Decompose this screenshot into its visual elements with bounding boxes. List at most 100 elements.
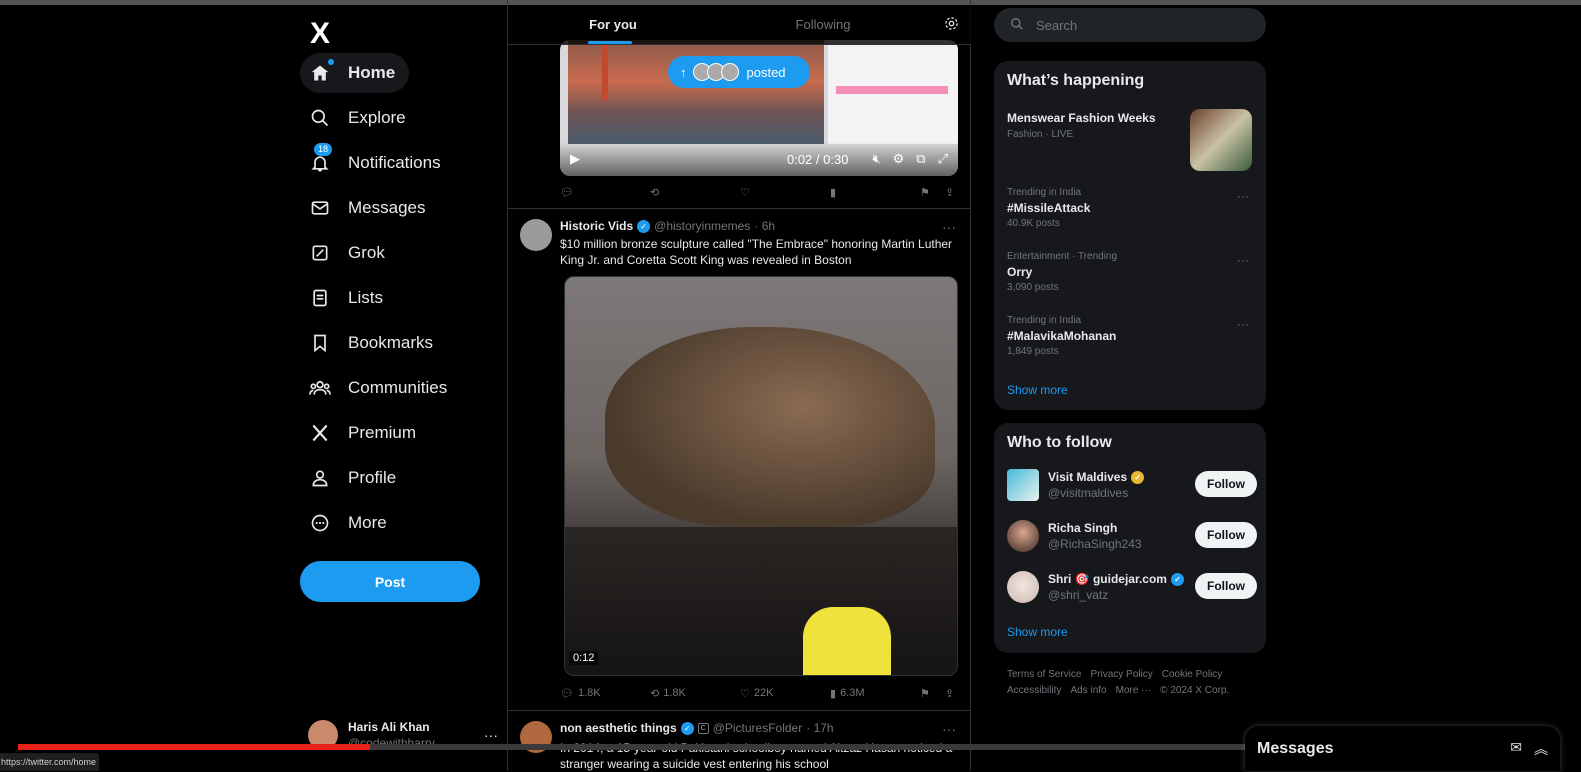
nav-home[interactable]: Home: [300, 53, 410, 93]
reply-icon[interactable]: 💬︎: [560, 186, 574, 199]
trend-image[interactable]: [1190, 109, 1252, 171]
tab-for-you[interactable]: For you: [508, 5, 718, 44]
section-title: What’s happening: [1007, 72, 1145, 89]
timeline-tabs: For you Following: [508, 5, 971, 45]
footer-link[interactable]: Terms of Service: [1007, 669, 1081, 680]
footer-link[interactable]: Accessibility: [1007, 685, 1061, 696]
nav-explore[interactable]: Explore: [300, 98, 420, 138]
affiliate-badge-icon: C: [697, 722, 709, 734]
avatar: [1007, 571, 1039, 603]
more-dots-icon[interactable]: ···: [1237, 189, 1249, 203]
footer-link[interactable]: Cookie Policy: [1162, 669, 1223, 680]
play-icon[interactable]: ▶: [570, 151, 580, 167]
footer-link[interactable]: Privacy Policy: [1090, 669, 1152, 680]
post-age: · 17h: [806, 721, 834, 735]
more-circle-icon: [308, 511, 332, 535]
verified-badge-icon: ✓: [680, 721, 694, 735]
timeline: For you Following ↑ posted ▶ 0:02 / 0:30…: [507, 0, 971, 771]
author-handle[interactable]: @historyinmemes: [654, 219, 750, 233]
follow-suggestion[interactable]: Shri 🎯 guidejar.com ✓ @shri_vatz Follow: [1007, 569, 1257, 605]
more-dots-icon[interactable]: ···: [484, 727, 498, 743]
copyright: © 2024 X Corp.: [1160, 685, 1230, 696]
follow-button[interactable]: Follow: [1195, 573, 1257, 599]
tab-following[interactable]: Following: [718, 5, 928, 44]
follow-button[interactable]: Follow: [1195, 471, 1257, 497]
share-icon[interactable]: ⇪: [945, 186, 954, 199]
trend-item[interactable]: Trending in India #MissileAttack 40.9K p…: [1007, 187, 1257, 229]
verified-badge-icon: ✓: [637, 219, 651, 233]
bookmark-icon: [308, 331, 332, 355]
nav-notifications[interactable]: 18 Notifications: [300, 143, 455, 183]
repost-icon[interactable]: ⟲: [650, 186, 659, 199]
crowd-image: [565, 527, 957, 675]
color-bar: [836, 86, 948, 94]
posted-pill[interactable]: ↑ posted: [668, 56, 810, 88]
author-name[interactable]: non aesthetic things: [560, 721, 677, 735]
nav-premium[interactable]: Premium: [300, 413, 430, 453]
follow-suggestion[interactable]: Visit Maldives ✓ @visitmaldives Follow: [1007, 467, 1257, 503]
tweet-header: non aesthetic things ✓ C @PicturesFolder…: [560, 721, 834, 735]
author-handle[interactable]: @PicturesFolder: [713, 721, 803, 735]
search-box[interactable]: [994, 8, 1266, 42]
search-input[interactable]: [1036, 17, 1236, 33]
like-icon[interactable]: ♡: [740, 186, 750, 199]
avatar[interactable]: [520, 219, 552, 251]
trend-count: 3,090 posts: [1007, 282, 1059, 293]
video-player[interactable]: ↑ posted ▶ 0:02 / 0:30 🔇︎ ⚙ ⧉ ⤢: [560, 40, 958, 176]
new-message-icon[interactable]: ✉: [1510, 739, 1522, 759]
views-button[interactable]: ▮ 6.3M: [830, 687, 865, 700]
person-icon: [308, 466, 332, 490]
right-sidebar: What’s happening Menswear Fashion Weeks …: [994, 0, 1266, 771]
bookmark-icon[interactable]: ⚑: [920, 687, 930, 700]
messages-drawer[interactable]: Messages ✉ ︽: [1245, 726, 1560, 771]
show-more-link[interactable]: Show more: [1007, 383, 1068, 397]
bookmark-icon[interactable]: ⚑: [920, 186, 930, 199]
video-player[interactable]: 0:12: [564, 276, 958, 676]
nav-grok[interactable]: Grok: [300, 233, 399, 273]
follow-suggestion[interactable]: Richa Singh @RichaSingh243 Follow: [1007, 518, 1257, 554]
gear-icon[interactable]: ⚙: [893, 151, 905, 167]
footer-link[interactable]: More ···: [1116, 685, 1152, 696]
mute-icon[interactable]: 🔇︎: [872, 151, 880, 167]
repost-count: 1.8K: [663, 687, 686, 699]
nav-communities[interactable]: Communities: [300, 368, 461, 408]
pip-icon[interactable]: ⧉: [916, 151, 925, 167]
nav-label: Messages: [348, 198, 426, 217]
nav-bookmarks[interactable]: Bookmarks: [300, 323, 447, 363]
account-name: Shri 🎯 guidejar.com: [1048, 572, 1167, 586]
footer-links: Terms of Service Privacy Policy Cookie Pol…: [1007, 667, 1257, 699]
trend-item[interactable]: Entertainment · Trending Orry 3,090 post…: [1007, 251, 1257, 293]
more-dots-icon[interactable]: ···: [1237, 317, 1249, 331]
more-dots-icon[interactable]: ···: [942, 219, 956, 235]
author-name[interactable]: Historic Vids: [560, 219, 633, 233]
more-dots-icon[interactable]: ···: [1237, 253, 1249, 267]
nav-profile[interactable]: Profile: [300, 458, 410, 498]
trend-count: 40.9K posts: [1007, 218, 1060, 229]
fullscreen-icon[interactable]: ⤢: [938, 151, 948, 167]
avatar: [1007, 469, 1039, 501]
like-button[interactable]: ♡ 22K: [740, 687, 773, 700]
views-icon: ▮: [830, 687, 837, 700]
more-dots-icon[interactable]: ···: [942, 721, 956, 737]
show-more-link[interactable]: Show more: [1007, 625, 1068, 639]
reply-button[interactable]: 💬︎ 1.8K: [560, 687, 601, 700]
nav-label: More: [348, 513, 387, 532]
nav-more[interactable]: More: [300, 503, 401, 543]
yellow-jacket: [803, 607, 891, 675]
views-icon[interactable]: ▮: [830, 186, 836, 199]
nav-lists[interactable]: Lists: [300, 278, 397, 318]
account-name: Richa Singh: [1048, 521, 1118, 535]
nav-label: Lists: [348, 288, 383, 307]
follow-button[interactable]: Follow: [1195, 522, 1257, 548]
share-icon[interactable]: ⇪: [945, 687, 954, 700]
footer-link[interactable]: Ads info: [1070, 685, 1106, 696]
x-logo-icon[interactable]: X: [310, 14, 350, 54]
nav-messages[interactable]: Messages: [300, 188, 439, 228]
repost-button[interactable]: ⟲ 1.8K: [650, 687, 686, 700]
trend-item[interactable]: Trending in India #MalavikaMohanan 1,849…: [1007, 315, 1257, 357]
gear-icon[interactable]: [944, 16, 959, 36]
divider: [508, 208, 971, 209]
nav-label: Home: [348, 63, 396, 82]
post-button[interactable]: Post: [300, 561, 480, 602]
expand-icon[interactable]: ︽: [1534, 739, 1548, 759]
